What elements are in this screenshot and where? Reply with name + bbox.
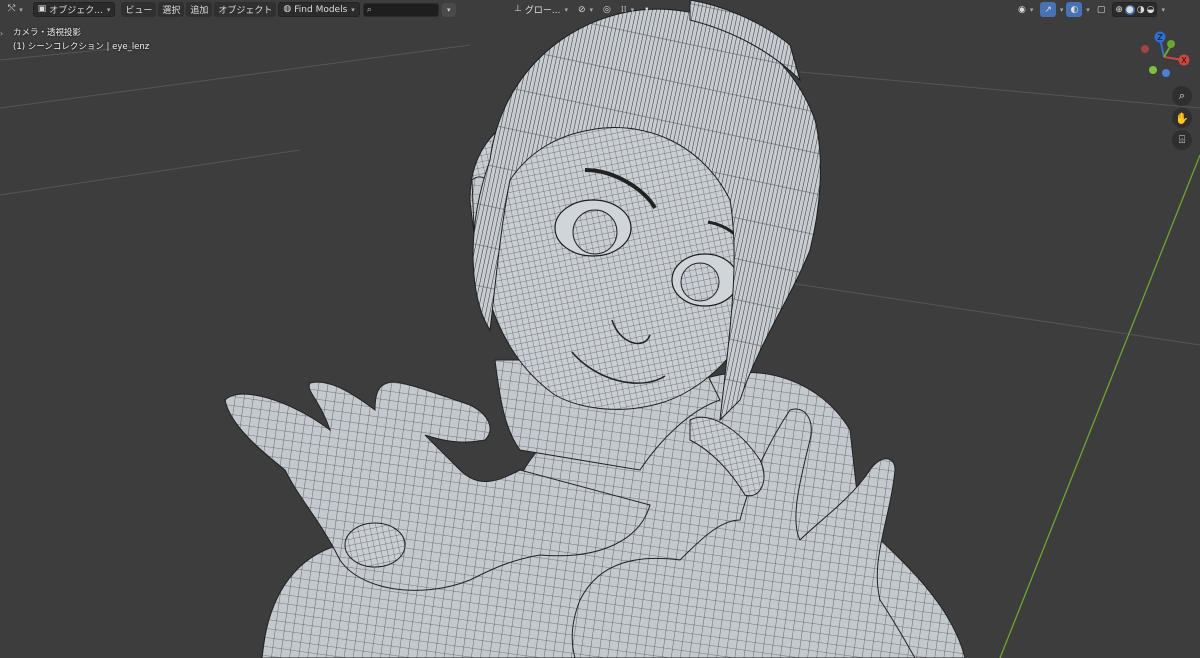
eye-icon: ◉ <box>1018 4 1026 15</box>
pivot-button[interactable]: ⊘ ▾ <box>574 2 597 17</box>
navigation-gizmo[interactable]: Z X <box>1134 29 1194 79</box>
camera-icon: ⌹ <box>1178 133 1186 146</box>
globe-icon: ◍ <box>283 4 292 14</box>
shading-solid-icon[interactable]: ● <box>1124 4 1135 15</box>
shading-dropdown[interactable]: ▾ <box>1161 6 1165 14</box>
gizmo-icon: ↗ <box>1044 4 1052 15</box>
gizmo-x-label: X <box>1181 56 1187 65</box>
menu-select[interactable]: 選択 <box>158 2 185 17</box>
menu-add[interactable]: 追加 <box>186 2 213 17</box>
transform-tools: ⊥ グロー... ▾ ⊘ ▾ ◎ ⁞⁞ ▾ • <box>510 2 653 17</box>
viewport-display-tools: ◉ ▾ ↗ ▾ ◐ ▾ ▢ ⊕ ● ◑ ◒ ▾ <box>1014 2 1165 17</box>
snap-button[interactable]: ◎ <box>599 2 615 17</box>
gizmo-neg-z-handle <box>1162 69 1170 77</box>
grid-icon: ⁞⁞ <box>620 4 627 15</box>
editor-type-button[interactable]: ⤲ ▾ <box>4 2 27 17</box>
proportional-edit-button[interactable]: • <box>640 2 653 17</box>
dot-icon: • <box>644 4 650 15</box>
character-mesh <box>224 0 966 658</box>
hand-icon: ✋ <box>1175 111 1189 125</box>
overlay-toggle[interactable]: ◐ <box>1066 2 1083 17</box>
find-models-button[interactable]: ◍ Find Models ▾ <box>278 2 360 17</box>
gizmo-toggle[interactable]: ↗ <box>1040 2 1056 17</box>
find-models-label: Find Models <box>294 4 348 15</box>
toolbar-expand-icon[interactable]: › <box>0 29 3 38</box>
chevron-down-icon: ▾ <box>447 5 451 14</box>
orientation-icon: ⊥ <box>514 4 522 14</box>
gizmo-neg-y-handle <box>1149 66 1157 74</box>
scene-canvas[interactable] <box>0 0 1200 658</box>
menu-object[interactable]: オブジェクト <box>214 2 277 17</box>
gizmo-z-label: Z <box>1157 33 1163 42</box>
magnet-icon: ◎ <box>603 4 611 15</box>
overlay-icon: ◐ <box>1070 4 1079 15</box>
collection-info-text: (1) シーンコレクション | eye_lenz <box>13 42 150 52</box>
search-icon: ⌕ <box>366 4 372 15</box>
zoom-button[interactable]: ⌕ <box>1172 86 1192 106</box>
menu-view[interactable]: ビュー <box>121 2 157 17</box>
camera-view-button[interactable]: ⌹ <box>1172 130 1192 150</box>
3d-viewport[interactable]: ⤲ ▾ ▣ オブジェク... ▾ ビュー 選択 追加 オブジェクト ◍ Find … <box>0 0 1200 658</box>
snap-target-button[interactable]: ⁞⁞ ▾ <box>617 2 638 17</box>
shading-wireframe-icon[interactable]: ⊕ <box>1115 5 1123 15</box>
mode-label: オブジェク... <box>49 6 103 16</box>
view-name-text: カメラ・透視投影 <box>13 28 82 38</box>
search-dropdown-button[interactable]: ▾ <box>441 2 456 17</box>
shading-material-icon[interactable]: ◑ <box>1137 5 1145 15</box>
overlay-dropdown[interactable]: ▾ <box>1086 6 1090 14</box>
pan-button[interactable]: ✋ <box>1172 108 1192 128</box>
xray-toggle[interactable]: ▢ <box>1093 2 1110 17</box>
shading-mode-group: ⊕ ● ◑ ◒ <box>1112 2 1158 17</box>
transform-orientation-button[interactable]: ⊥ グロー... ▾ <box>510 2 572 17</box>
gizmo-dropdown[interactable]: ▾ <box>1060 6 1064 14</box>
axis-view-icon: ⤲ <box>8 4 16 14</box>
object-mode-icon: ▣ <box>37 4 47 14</box>
link-icon: ⊘ <box>577 4 586 15</box>
xray-icon: ▢ <box>1096 4 1106 15</box>
search-input[interactable] <box>373 4 434 15</box>
visibility-button[interactable]: ◉ ▾ <box>1014 2 1037 17</box>
y-axis-line <box>999 154 1200 658</box>
mode-selector[interactable]: ▣ オブジェク... ▾ <box>32 2 116 17</box>
zoom-icon: ⌕ <box>1178 89 1186 102</box>
gizmo-y-handle <box>1167 40 1175 48</box>
search-field[interactable]: ⌕ <box>362 2 439 17</box>
viewport-header: ⤲ ▾ ▣ オブジェク... ▾ ビュー 選択 追加 オブジェクト ◍ Find … <box>0 0 1200 19</box>
shading-rendered-icon[interactable]: ◒ <box>1147 5 1155 15</box>
gizmo-neg-x-handle <box>1141 45 1149 53</box>
